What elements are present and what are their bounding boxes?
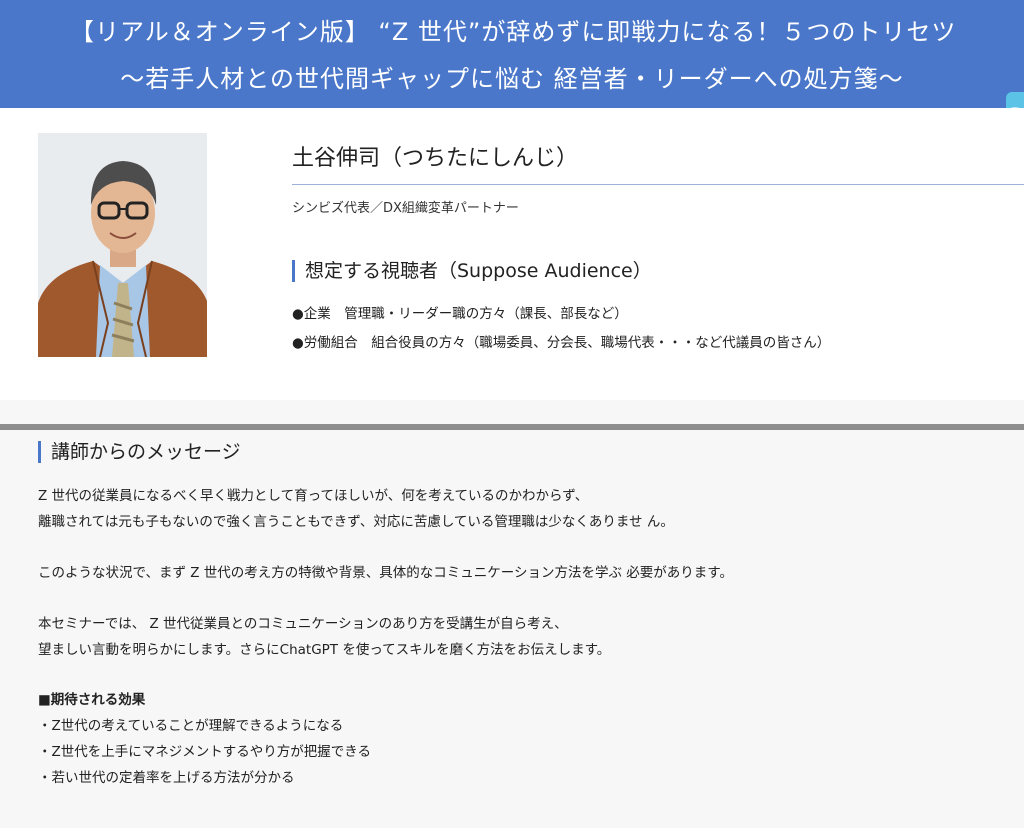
audience-item: ●企業 管理職・リーダー職の方々（課長、部長など） bbox=[292, 306, 628, 322]
header-title-line1: 【リアル＆オンライン版】 “Z 世代”が辞めずに即戦力になる！５つのトリセツ bbox=[70, 18, 957, 46]
speaker-photo bbox=[38, 133, 207, 357]
message-heading: 講師からのメッセージ bbox=[38, 441, 241, 463]
audience-item: ●労働組合 組合役員の方々（職場委員、分会長、職場代表・・・など代議員の皆さん） bbox=[292, 335, 831, 351]
message-text: 本セミナーでは、 Z 世代従業員とのコミュニケーションのあり方を受講生が自ら考え… bbox=[38, 616, 568, 632]
speaker-profile: 土谷伸司（つちたにしんじ） シンビズ代表／DX組織変革パートナー 想定する視聴者… bbox=[0, 108, 1024, 400]
effects-item: ・Z世代を上手にマネジメントするやり方が把握できる bbox=[38, 744, 371, 760]
name-divider bbox=[292, 184, 1024, 185]
speaker-name: 土谷伸司（つちたにしんじ） bbox=[292, 146, 579, 171]
message-text: Z 世代の従業員になるべく早く戦力として育ってほしいが、何を考えているのかわから… bbox=[38, 488, 589, 504]
effects-heading: ■期待される効果 bbox=[38, 692, 146, 708]
section-divider bbox=[0, 424, 1024, 430]
page-header: 【リアル＆オンライン版】 “Z 世代”が辞めずに即戦力になる！５つのトリセツ ～… bbox=[0, 0, 1024, 108]
message-text: 望ましい言動を明らかにします。さらにChatGPT を使ってスキルを磨く方法をお… bbox=[38, 642, 611, 658]
message-text: 離職されては元も子もないので強く言うこともできず、対応に苦慮している管理職は少な… bbox=[38, 514, 674, 530]
effects-item: ・Z世代の考えていることが理解できるようになる bbox=[38, 718, 344, 734]
message-text: このような状況で、まず Z 世代の考え方の特徴や背景、具体的なコミュニケーション… bbox=[38, 565, 733, 581]
audience-heading: 想定する視聴者（Suppose Audience） bbox=[292, 260, 652, 282]
speaker-portrait-image bbox=[38, 133, 207, 357]
speaker-title: シンビズ代表／DX組織変革パートナー bbox=[292, 201, 519, 216]
header-title-line2: ～若手人材との世代間ギャップに悩む 経営者・リーダーへの処方箋～ bbox=[120, 65, 904, 93]
effects-item: ・若い世代の定着率を上げる方法が分かる bbox=[38, 770, 295, 786]
